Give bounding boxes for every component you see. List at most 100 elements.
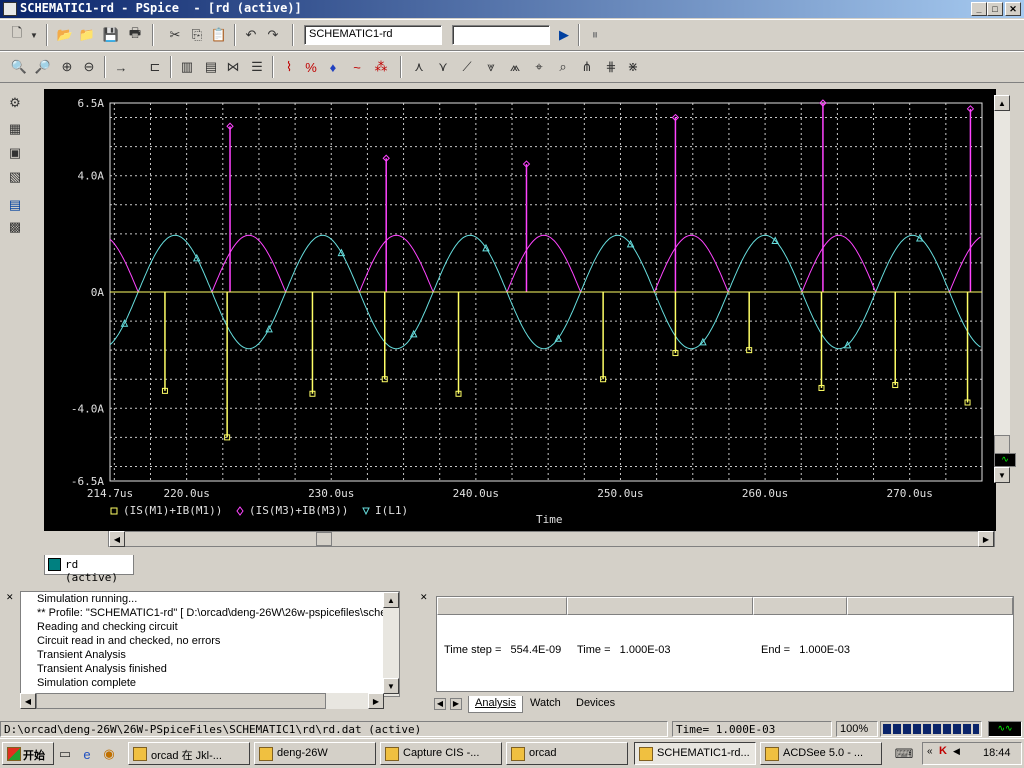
windows-logo-icon	[7, 747, 21, 761]
task-app-icon	[639, 747, 653, 761]
eval-goal-icon[interactable]: %	[300, 56, 322, 78]
taskbar-item[interactable]: deng-26W	[254, 742, 376, 765]
scroll-thumb[interactable]	[316, 532, 332, 546]
redo-icon[interactable]: ↷	[262, 24, 284, 46]
maximize-button[interactable]: □	[987, 2, 1003, 16]
view-output-icon[interactable]: ▣	[4, 142, 26, 164]
close-icon[interactable]: ✕	[420, 592, 428, 603]
scroll-right-button[interactable]: ▶	[368, 693, 384, 709]
text-label-icon[interactable]: ⁂	[370, 56, 392, 78]
new-icon[interactable]: 🗋	[6, 24, 28, 46]
tray-arrow-icon[interactable]: ◀	[953, 746, 960, 757]
close-button[interactable]: ✕	[1005, 2, 1021, 16]
zoom-fit-icon[interactable]: ⊖	[78, 56, 100, 78]
close-icon[interactable]: ✕	[6, 592, 14, 603]
cursor-point-icon[interactable]: ⌖	[528, 56, 550, 78]
chevron-down-icon[interactable]: ▼	[28, 24, 40, 46]
status-panel-gripper[interactable]: ✕	[416, 590, 432, 700]
scroll-up-button[interactable]: ▲	[994, 95, 1010, 111]
fourier-icon[interactable]: ⊏	[144, 56, 166, 78]
legend-marker	[110, 507, 118, 515]
tray-k-icon[interactable]: K	[939, 745, 947, 757]
desktop-icon[interactable]: ▭	[56, 743, 74, 765]
plot-window[interactable]: 6.5A 4.0A 0A -4.0A -6.5A 214.7us 220.0us 230.0u…	[44, 89, 996, 531]
keyboard-icon[interactable]: ⌨	[894, 743, 914, 765]
start-button[interactable]: 开始	[2, 742, 54, 765]
waveform-tab-icon	[48, 558, 61, 571]
scroll-up-button[interactable]: ▲	[383, 592, 399, 608]
tab-scroll-left[interactable]: ◀	[434, 698, 446, 710]
zoom-area-icon[interactable]: ⊕	[56, 56, 78, 78]
tab-watch[interactable]: Watch	[524, 696, 567, 710]
ie-icon[interactable]: e	[78, 743, 96, 765]
copy-icon[interactable]: ⎘	[186, 24, 208, 46]
scroll-right-button[interactable]: ▶	[978, 531, 994, 547]
scroll-down-button[interactable]: ▼	[994, 467, 1010, 483]
log-y-icon[interactable]: ▤	[200, 56, 222, 78]
cursor-search-icon[interactable]: ⌕	[552, 56, 574, 78]
plot-horizontal-scrollbar[interactable]: ◀ ▶	[108, 531, 995, 547]
run-icon[interactable]: ▶	[553, 24, 575, 46]
open-icon[interactable]: 📂	[54, 24, 76, 46]
taskbar-item[interactable]: orcad	[506, 742, 628, 765]
log-x-icon[interactable]: →	[110, 56, 132, 78]
print-icon[interactable]: 🖶	[124, 24, 146, 46]
simulation-results-icon[interactable]: ▤	[4, 194, 26, 216]
tab-analysis[interactable]: Analysis	[468, 696, 523, 713]
media-player-icon[interactable]: ◉	[100, 743, 118, 765]
mark-data-icon[interactable]: ⋇	[622, 56, 644, 78]
taskbar-item[interactable]: ACDSee 5.0 - ...	[760, 742, 882, 765]
undo-icon[interactable]: ↶	[240, 24, 262, 46]
taskbar-item[interactable]: SCHEMATIC1-rd...	[634, 742, 756, 765]
cursor-trough-icon[interactable]: ⋎	[432, 56, 454, 78]
scroll-left-button[interactable]: ◀	[20, 693, 36, 709]
scroll-thumb[interactable]	[36, 693, 326, 709]
waveform-plot[interactable]: 6.5A4.0A0A-4.0A-6.5A214.7us 220.0us 230.0u…	[44, 89, 996, 531]
add-trace-icon[interactable]: ⌇	[278, 56, 300, 78]
scroll-thumb[interactable]	[994, 435, 1010, 455]
output-vertical-scrollbar[interactable]: ▲ ▼	[383, 592, 399, 696]
legend-entry: (IS(M3)+IB(M3))	[249, 504, 348, 517]
pause-icon[interactable]: ⏸	[584, 24, 606, 46]
profile-combo[interactable]: SCHEMATIC1-rd	[304, 25, 442, 45]
plot-vertical-scrollbar[interactable]: ▲ ▼	[994, 95, 1010, 483]
open-folder-icon[interactable]: 📁	[76, 24, 98, 46]
clock[interactable]: 18:44	[983, 747, 1011, 759]
next-transition-icon[interactable]: ⋔	[576, 56, 598, 78]
output-panel-gripper[interactable]: ✕	[2, 590, 18, 700]
secondary-combo[interactable]	[452, 25, 550, 45]
scroll-left-button[interactable]: ◀	[109, 531, 125, 547]
taskbar-item[interactable]: orcad 在 Jkl-...	[128, 742, 250, 765]
paste-icon[interactable]: 📋	[208, 24, 230, 46]
performance-icon[interactable]: ▥	[176, 56, 198, 78]
zoom-out-icon[interactable]: 🔎	[32, 56, 54, 78]
document-tab[interactable]: rd (active)	[44, 555, 134, 584]
tray-arrow-icon[interactable]: «	[927, 746, 933, 757]
cut-icon[interactable]: ✂	[164, 24, 186, 46]
save-icon[interactable]: 💾	[100, 24, 122, 46]
tab-scroll-right[interactable]: ▶	[450, 698, 462, 710]
cursor-peak-icon[interactable]: ⋏	[408, 56, 430, 78]
zoom-in-icon[interactable]: 🔍	[8, 56, 30, 78]
output-line: Simulation complete	[37, 677, 137, 689]
status-column-header	[437, 597, 567, 615]
tab-devices[interactable]: Devices	[570, 696, 621, 710]
output-hscroll[interactable]: ◀ ▶	[20, 693, 384, 709]
minimize-button[interactable]: _	[971, 2, 987, 16]
app-icon[interactable]	[3, 2, 17, 16]
taskbar-item[interactable]: Capture CIS -...	[380, 742, 502, 765]
prev-transition-icon[interactable]: ⋕	[600, 56, 622, 78]
toggle-cursor-icon[interactable]: ♦	[322, 56, 344, 78]
probe-icon[interactable]: ⚙	[4, 92, 26, 114]
messages-icon[interactable]: ▩	[4, 216, 26, 238]
scroll-down-button[interactable]: ▼	[383, 678, 399, 694]
add-plot-icon[interactable]: ☰	[246, 56, 268, 78]
view-netlist-icon[interactable]: ▦	[4, 118, 26, 140]
mark-label-icon[interactable]: ~	[346, 56, 368, 78]
cursor-max-icon[interactable]: ⩕	[504, 56, 526, 78]
y-tick-label: 6.5A	[78, 97, 105, 110]
cursor-slope-icon[interactable]: ⟋	[456, 56, 478, 78]
simulation-settings-icon[interactable]: ▧	[4, 166, 26, 188]
cursor-min-icon[interactable]: ⩔	[480, 56, 502, 78]
add-y-axis-icon[interactable]: ⋈	[222, 56, 244, 78]
